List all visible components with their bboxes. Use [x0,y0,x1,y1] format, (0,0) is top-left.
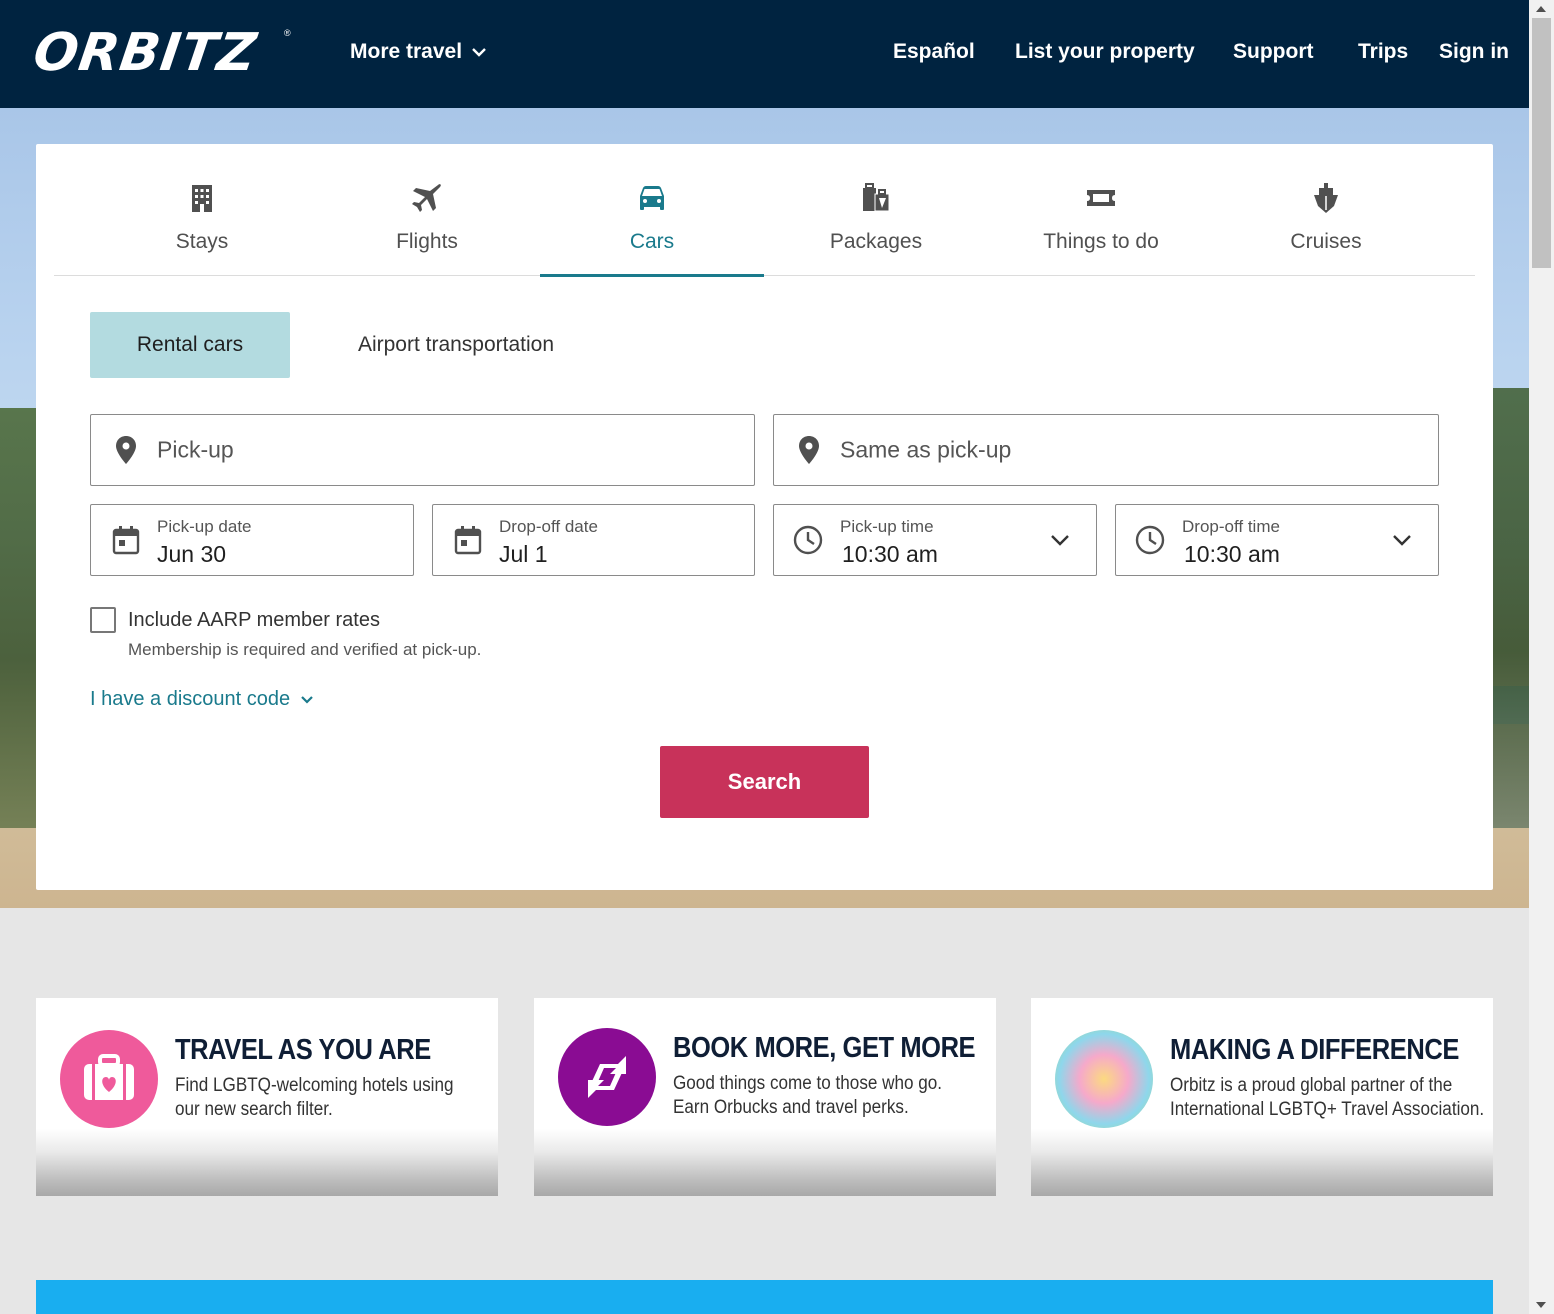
tab-flights[interactable]: Flights [315,144,539,276]
page-scrollbar[interactable] [1529,0,1554,1314]
promo-body: Good things come to those who go. Earn O… [673,1072,942,1120]
scroll-up-arrow-icon[interactable] [1536,6,1546,12]
orbucks-arrows-icon [588,1056,626,1098]
promo-line: Orbitz is a proud global partner of the [1170,1075,1453,1096]
tab-label: Stays [175,230,229,253]
bottom-promo-banner[interactable] [36,1280,1493,1314]
promo-travel-as-you-are[interactable]: TRAVEL AS YOU ARE Find LGBTQ-welcoming h… [36,998,498,1196]
tab-cruises[interactable]: Cruises [1214,144,1438,276]
pickup-location-input[interactable]: Pick-up [90,414,755,486]
calendar-icon [454,526,482,555]
dropoff-date-value: Jul 1 [499,541,548,567]
dropoff-location-input[interactable]: Same as pick-up [773,414,1439,486]
tab-cars[interactable]: Cars [540,144,764,277]
airplane-icon [412,184,441,212]
dropoff-date-label: Drop-off date [499,517,598,536]
ticket-icon [1087,190,1115,206]
dropoff-time-label: Drop-off time [1182,517,1280,536]
promo-line: International LGBTQ+ Travel Association. [1170,1099,1485,1120]
pickup-date-label: Pick-up date [157,517,252,536]
nav-espanol[interactable]: Español [893,40,975,64]
subtab-rental-cars[interactable]: Rental cars [90,312,290,378]
ship-icon [1314,183,1338,213]
chevron-down-icon [472,48,486,57]
product-tabs: Stays Flights Cars Packages Things to do… [54,144,1475,277]
aarp-label[interactable]: Include AARP member rates [128,609,380,632]
discount-code-label: I have a discount code [90,688,291,710]
scroll-thumb[interactable] [1532,18,1551,268]
luggage-icon [863,183,890,212]
promo-line: Good things come to those who go. [673,1073,943,1094]
search-card: Stays Flights Cars Packages Things to do… [36,144,1493,890]
nav-support[interactable]: Support [1233,40,1313,64]
chevron-down-icon [1393,535,1411,546]
suitcase-icon [84,1054,134,1100]
scroll-down-arrow-icon[interactable] [1536,1302,1546,1308]
tab-things-to-do[interactable]: Things to do [989,144,1213,276]
tab-label: Packages [829,230,923,253]
pickup-date-field[interactable]: Pick-up date Jun 30 [90,504,414,576]
tab-packages[interactable]: Packages [764,144,988,276]
iglta-globe-icon [1055,1030,1153,1128]
car-icon [640,186,664,210]
pickup-time-select[interactable]: Pick-up time 10:30 am [773,504,1097,576]
nav-list-property[interactable]: List your property [1015,40,1195,64]
calendar-icon [112,526,140,555]
more-travel-menu[interactable]: More travel [350,40,486,64]
promo-line: our new search filter. [175,1099,333,1120]
tab-label: Things to do [1043,230,1159,253]
promo-title: TRAVEL AS YOU ARE [175,1034,431,1066]
map-pin-icon [116,436,136,464]
palm-tree-right [1489,388,1529,828]
promo-book-more-get-more[interactable]: BOOK MORE, GET MORE Good things come to … [534,998,996,1196]
subtab-airport-transportation[interactable]: Airport transportation [326,312,586,378]
tab-label: Flights [396,230,458,253]
aarp-checkbox[interactable] [90,607,116,633]
chevron-down-icon [301,696,313,704]
pickup-time-label: Pick-up time [840,517,934,536]
dropoff-date-field[interactable]: Drop-off date Jul 1 [432,504,755,576]
clock-icon [793,525,823,555]
building-icon [192,185,212,212]
clock-icon [1135,525,1165,555]
orbitz-logo[interactable]: ORBITZ ® [30,23,292,83]
nav-trips[interactable]: Trips [1358,40,1408,64]
tab-stays[interactable]: Stays [90,144,314,276]
tab-label: Cruises [1290,230,1362,253]
registered-mark: ® [284,28,291,38]
chevron-down-icon [1051,535,1069,546]
search-button[interactable]: Search [660,746,869,818]
map-pin-icon [799,436,819,464]
promo-line: Earn Orbucks and travel perks. [673,1097,909,1118]
aarp-note: Membership is required and verified at p… [128,640,482,659]
pickup-time-value: 10:30 am [842,541,938,567]
pickup-date-value: Jun 30 [157,541,227,567]
palm-tree-left [0,408,40,828]
suitcase-heart-icon [60,1030,158,1128]
pickup-placeholder: Pick-up [157,436,234,463]
promo-body: Orbitz is a proud global partner of the … [1170,1074,1484,1122]
dropoff-time-value: 10:30 am [1184,541,1280,567]
promo-title: MAKING A DIFFERENCE [1170,1034,1459,1066]
dropoff-time-select[interactable]: Drop-off time 10:30 am [1115,504,1439,576]
discount-code-toggle[interactable]: I have a discount code [90,688,314,711]
promo-making-a-difference[interactable]: MAKING A DIFFERENCE Orbitz is a proud gl… [1031,998,1493,1196]
dropoff-placeholder: Same as pick-up [840,436,1012,463]
promo-body: Find LGBTQ-welcoming hotels using our ne… [175,1074,453,1122]
top-nav-bar: ORBITZ ® More travel Español List your p… [0,0,1529,108]
promo-line: Find LGBTQ-welcoming hotels using [175,1075,454,1096]
more-travel-label: More travel [350,40,463,63]
nav-sign-in[interactable]: Sign in [1439,40,1509,64]
orbucks-icon [558,1028,656,1126]
logo-text: ORBITZ [29,23,261,83]
promo-title: BOOK MORE, GET MORE [673,1032,976,1064]
tab-label: Cars [629,230,675,253]
